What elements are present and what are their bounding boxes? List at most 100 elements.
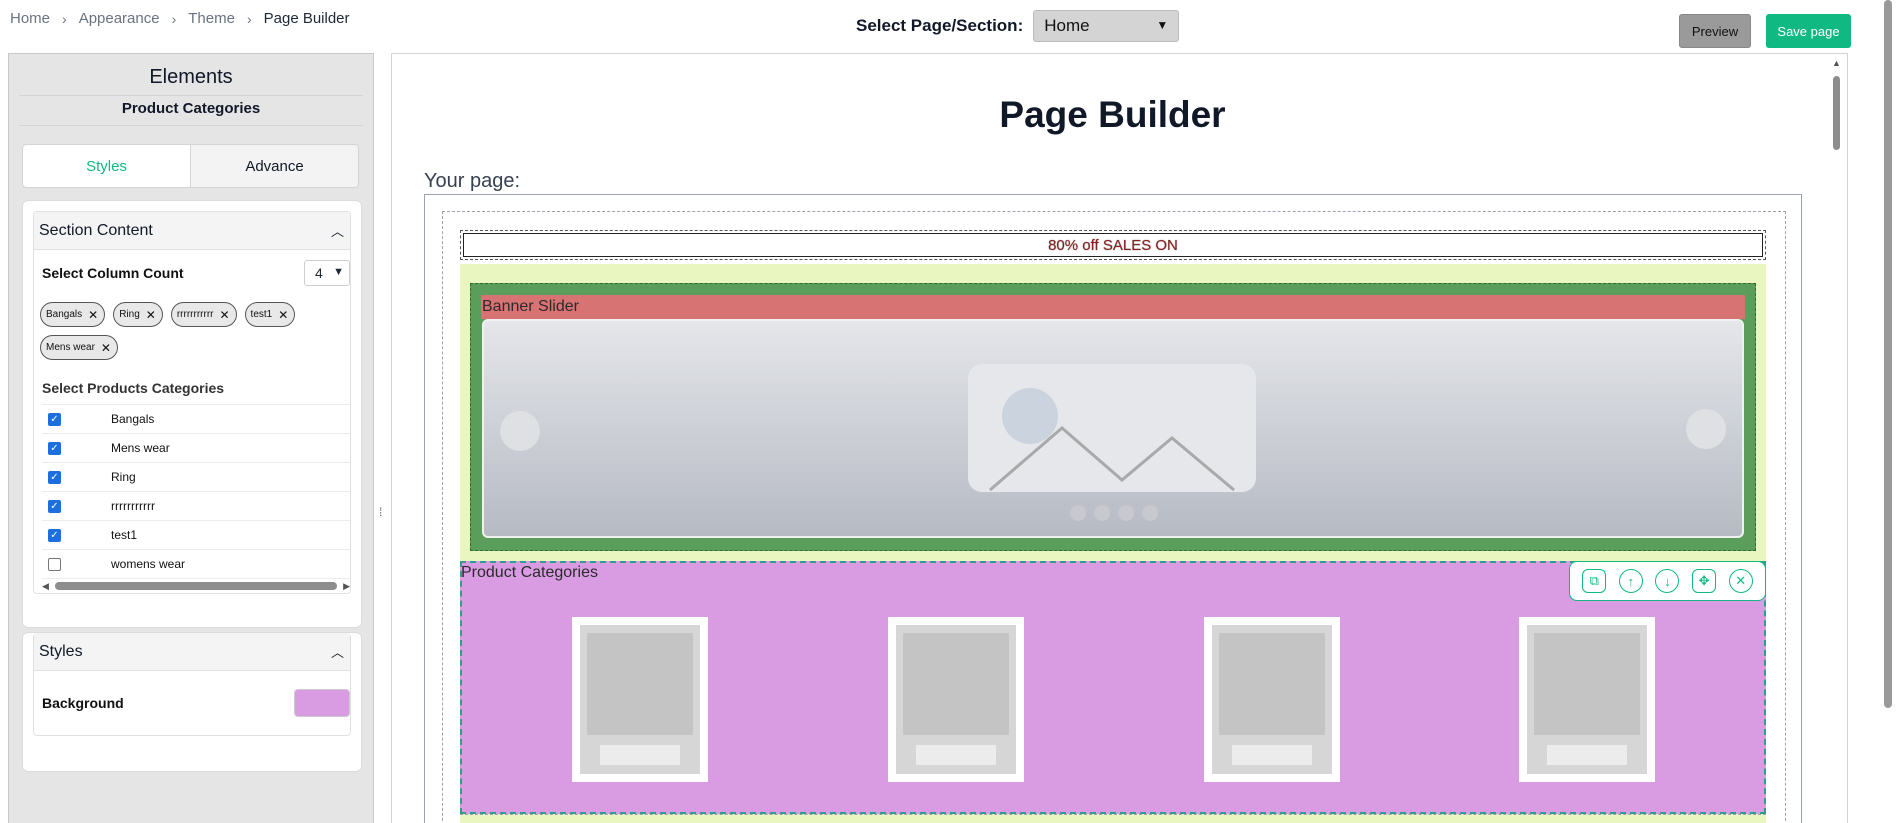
slider-dot[interactable] xyxy=(1094,505,1110,521)
image-placeholder-svg xyxy=(989,388,1235,492)
page-title: Page Builder xyxy=(999,94,1226,135)
breadcrumb: Home › Appearance › Theme › Page Builder xyxy=(10,10,350,27)
product-category-card[interactable] xyxy=(572,617,708,782)
chevron-up-icon[interactable]: ︿ xyxy=(331,642,344,661)
styles-heading: Styles xyxy=(39,642,83,660)
scroll-left-icon[interactable]: ◀ xyxy=(42,581,49,592)
breadcrumb-page-builder: Page Builder xyxy=(263,10,350,27)
checkbox[interactable]: ✓ xyxy=(48,470,61,484)
category-label: Bangals xyxy=(111,412,155,426)
page-select-label: Select Page/Section: xyxy=(856,16,1024,35)
page-scrollbar[interactable] xyxy=(1884,0,1892,708)
scroll-up-icon[interactable]: ▲ xyxy=(1832,58,1841,68)
save-page-button[interactable]: Save page xyxy=(1766,14,1851,48)
elements-panel: Elements Product Categories Styles Advan… xyxy=(8,53,374,823)
categories-label: Select Products Categories xyxy=(42,380,225,396)
chevron-right-icon: › xyxy=(62,10,67,27)
column-count-label: Select Column Count xyxy=(42,265,184,281)
slider-dot[interactable] xyxy=(1118,505,1134,521)
page-select-value: Home xyxy=(1044,16,1090,35)
sale-banner-section[interactable]: 80% off SALES ON xyxy=(460,230,1766,260)
remove-icon[interactable]: ✕ xyxy=(219,308,229,322)
page-background-bottom xyxy=(460,814,1766,823)
styles-card: Styles ︿ Background xyxy=(22,632,362,772)
move-up-icon[interactable]: ↑ xyxy=(1618,569,1643,593)
your-page-label: Your page: xyxy=(424,170,521,192)
column-count-select[interactable]: 4 ▼ xyxy=(304,260,350,286)
image-placeholder-icon xyxy=(903,633,1009,735)
section-content-heading: Section Content xyxy=(39,221,153,239)
page-section-selector: Select Page/Section: Home ▼ xyxy=(856,10,1180,42)
scrollbar-thumb[interactable] xyxy=(1833,76,1840,150)
breadcrumb-home[interactable]: Home xyxy=(10,10,50,27)
chevron-down-icon: ▼ xyxy=(333,266,344,278)
slider-dot[interactable] xyxy=(1142,505,1158,521)
column-count-row: Select Column Count 4 ▼ xyxy=(34,250,350,286)
panel-tabs: Styles Advance xyxy=(22,144,359,188)
category-list: ✓ Bangals ✓ Mens wear ✓ Ring ✓ rrrrrrrrrrr ✓… xyxy=(42,404,350,579)
checkbox[interactable]: ✓ xyxy=(48,441,61,455)
category-label: Mens wear xyxy=(111,441,170,455)
duplicate-icon[interactable]: ⧉ xyxy=(1582,569,1607,593)
category-row: ✓ test1 xyxy=(42,521,350,550)
grip-icon[interactable]: ⁞ xyxy=(379,505,382,519)
checkbox[interactable]: ✓ xyxy=(48,528,61,542)
styles-accordion: Styles ︿ Background xyxy=(33,633,351,736)
chip: test1 ✕ xyxy=(244,302,296,327)
tab-styles[interactable]: Styles xyxy=(23,145,191,187)
category-row: ✓ Mens wear xyxy=(42,434,350,463)
tab-advance[interactable]: Advance xyxy=(191,145,358,187)
chip-label: Ring xyxy=(119,309,140,320)
chevron-up-icon[interactable]: ︿ xyxy=(331,221,344,240)
page-select-dropdown[interactable]: Home ▼ xyxy=(1033,10,1180,42)
chip-label: Mens wear xyxy=(46,342,95,353)
chip-label: test1 xyxy=(250,309,273,320)
image-placeholder-icon xyxy=(968,364,1256,492)
category-row: ✓ rrrrrrrrrrr xyxy=(42,492,350,521)
remove-icon[interactable]: ✕ xyxy=(278,308,288,322)
section-content-card: Section Content ︿ Select Column Count 4 … xyxy=(22,200,362,628)
preview-button[interactable]: Preview xyxy=(1679,14,1751,48)
product-category-card[interactable] xyxy=(1204,617,1340,782)
remove-icon[interactable]: ✕ xyxy=(88,308,98,322)
checkbox[interactable]: ✓ xyxy=(48,499,61,513)
banner-slider-label: Banner Slider xyxy=(481,295,1745,319)
background-color-swatch[interactable] xyxy=(294,689,350,717)
move-down-icon[interactable]: ↓ xyxy=(1655,569,1680,593)
section-content-header[interactable]: Section Content ︿ xyxy=(34,212,350,250)
image-placeholder-icon xyxy=(1534,633,1640,735)
product-categories-label: Product Categories xyxy=(461,564,598,581)
resize-handle[interactable]: ⁞ xyxy=(379,53,387,823)
chevron-down-icon: ▼ xyxy=(1156,18,1169,32)
remove-icon[interactable]: ✕ xyxy=(101,341,111,355)
chip: Bangals ✕ xyxy=(40,302,106,327)
remove-icon[interactable]: ✕ xyxy=(146,308,156,322)
product-category-card[interactable] xyxy=(888,617,1024,782)
column-count-value: 4 xyxy=(315,265,323,281)
chevron-right-icon: › xyxy=(171,10,177,27)
drag-move-icon[interactable]: ✥ xyxy=(1692,569,1717,593)
slider-next-icon[interactable] xyxy=(1686,409,1726,449)
close-icon[interactable]: ✕ xyxy=(1728,569,1753,593)
banner-slider-image[interactable] xyxy=(482,319,1744,538)
panel-subtitle: Product Categories xyxy=(19,95,363,126)
category-row: ✓ Bangals xyxy=(42,405,350,434)
styles-header[interactable]: Styles ︿ xyxy=(34,633,350,671)
slider-dot[interactable] xyxy=(1070,505,1086,521)
slider-prev-icon[interactable] xyxy=(500,411,540,451)
category-label: Ring xyxy=(111,470,136,484)
breadcrumb-theme[interactable]: Theme xyxy=(188,10,235,27)
product-category-card[interactable] xyxy=(1519,617,1655,782)
section-toolbar: ⧉ ↑ ↓ ✥ ✕ xyxy=(1569,561,1766,601)
category-label: womens wear xyxy=(111,557,186,571)
checkbox[interactable]: ✓ xyxy=(48,412,61,426)
scrollbar-thumb[interactable] xyxy=(54,582,338,590)
breadcrumb-appearance[interactable]: Appearance xyxy=(79,10,160,27)
horizontal-scrollbar[interactable]: ◀ ▶ xyxy=(42,579,350,593)
selected-category-chips: Bangals ✕ Ring ✕ rrrrrrrrrrr ✕ test1 ✕ Mens … xyxy=(34,286,350,360)
background-row: Background xyxy=(34,671,350,735)
image-placeholder-icon xyxy=(1219,633,1325,735)
canvas-scrollbar[interactable]: ▲ xyxy=(1829,58,1843,823)
checkbox[interactable] xyxy=(48,557,61,571)
scroll-right-icon[interactable]: ▶ xyxy=(343,581,350,592)
